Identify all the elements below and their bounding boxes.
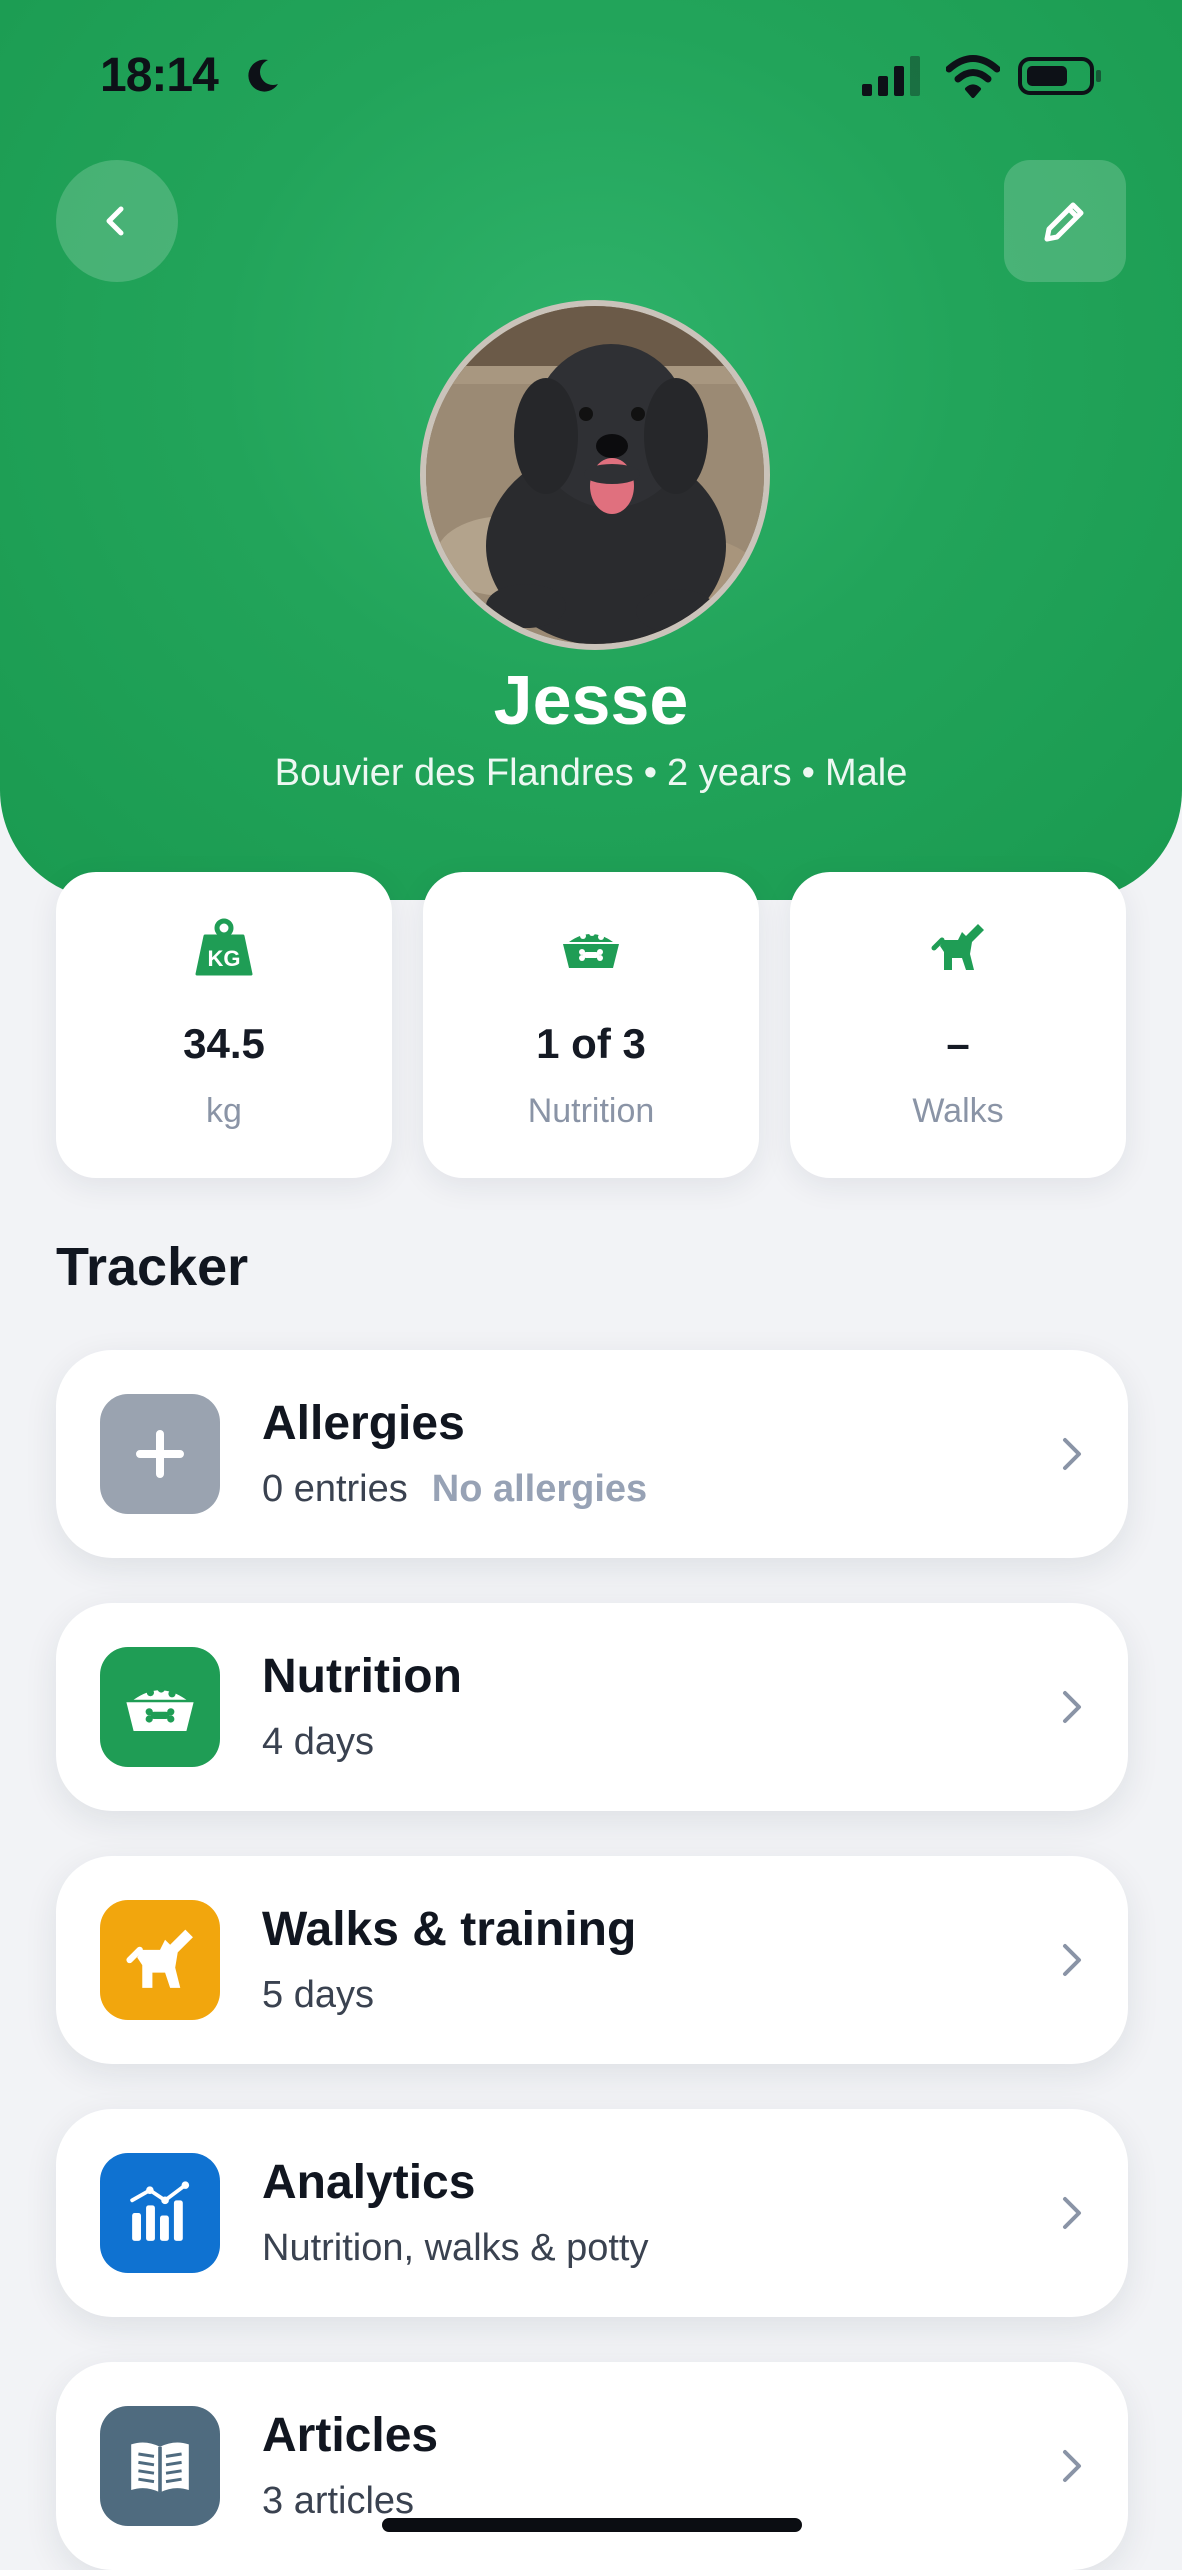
food-bowl-icon [563, 930, 619, 968]
separator-dot: • [643, 752, 658, 794]
home-indicator[interactable] [382, 2518, 802, 2532]
weight-kg-icon: KG [195, 918, 253, 976]
tracker-item-subtitle: Nutrition, walks & potty [262, 2227, 649, 2269]
pet-breed: Bouvier des Flandres [274, 752, 634, 794]
plus-icon [136, 1430, 184, 1478]
nutrition-label: Nutrition [527, 1092, 655, 1130]
chevron-right-icon [1063, 2450, 1081, 2482]
pet-avatar[interactable] [420, 300, 770, 650]
allergies-count: 0 entries [262, 1468, 408, 1510]
walks-label: Walks [912, 1092, 1004, 1130]
stat-card-weight[interactable]: KG 34.5 kg [56, 872, 392, 1178]
tracker-item-subtitle: 5 days [262, 1974, 374, 2016]
tracker-item-subtitle: 3 articles [262, 2480, 415, 2522]
chevron-right-icon [1063, 1691, 1081, 1723]
chevron-left-icon [106, 206, 124, 236]
tracker-item-title: Nutrition [262, 1650, 462, 1703]
tracker-section-title: Tracker [56, 1237, 249, 1297]
analytics-icon-tile [100, 2153, 220, 2273]
profile-header: 18:14 Jesse Bouvier des Flandres • 2 yea… [0, 0, 1182, 900]
nutrition-icon-tile [100, 1647, 220, 1767]
status-bar: 18:14 [0, 0, 1182, 150]
chevron-right-icon [1063, 2197, 1081, 2229]
pet-age: 2 years [667, 752, 792, 794]
wifi-icon [946, 55, 1000, 98]
tracker-item-subtitle: 0 entries No allergies [262, 1468, 647, 1511]
svg-text:KG: KG [208, 946, 241, 971]
tracker-item-walks-training[interactable]: Walks & training 5 days [56, 1856, 1128, 2064]
tracker-item-title: Articles [262, 2409, 439, 2462]
edit-button[interactable] [1004, 160, 1126, 282]
articles-icon-tile [100, 2406, 220, 2526]
allergies-icon-tile [100, 1394, 220, 1514]
cellular-signal-icon [862, 56, 920, 96]
back-button[interactable] [56, 160, 178, 282]
book-icon [131, 2442, 189, 2493]
allergies-note: No allergies [431, 1468, 648, 1510]
pet-details: Bouvier des Flandres • 2 years • Male [0, 752, 1182, 795]
tracker-item-title: Allergies [262, 1397, 465, 1450]
walks-value: – [946, 1020, 970, 1067]
moon-icon [248, 59, 278, 92]
tracker-item-nutrition[interactable]: Nutrition 4 days [56, 1603, 1128, 1811]
bar-chart-icon [130, 2181, 190, 2241]
stat-card-nutrition[interactable]: 1 of 3 Nutrition [423, 872, 759, 1178]
weight-value: 34.5 [183, 1020, 265, 1067]
tracker-item-title: Walks & training [262, 1903, 637, 1956]
dog-walk-icon [931, 924, 984, 970]
battery-icon [1018, 57, 1101, 95]
separator-dot: • [801, 752, 815, 794]
dog-icon [126, 1929, 193, 1988]
tracker-item-subtitle: 4 days [262, 1721, 374, 1763]
nutrition-value: 1 of 3 [536, 1020, 646, 1067]
pencil-icon [1044, 202, 1084, 242]
weight-unit: kg [206, 1092, 242, 1130]
tracker-item-allergies[interactable]: Allergies 0 entries No allergies [56, 1350, 1128, 1558]
pet-name: Jesse [493, 661, 689, 739]
food-bowl-icon [126, 1685, 194, 1731]
tracker-item-title: Analytics [262, 2156, 476, 2209]
stat-card-walks[interactable]: – Walks [790, 872, 1126, 1178]
chevron-right-icon [1063, 1438, 1081, 1470]
pet-sex: Male [824, 752, 908, 794]
tracker-item-analytics[interactable]: Analytics Nutrition, walks & potty [56, 2109, 1128, 2317]
chevron-right-icon [1063, 1944, 1081, 1976]
walks-icon-tile [100, 1900, 220, 2020]
status-time: 18:14 [100, 49, 219, 102]
tracker-item-articles[interactable]: Articles 3 articles [56, 2362, 1128, 2570]
dog-photo [426, 306, 764, 644]
